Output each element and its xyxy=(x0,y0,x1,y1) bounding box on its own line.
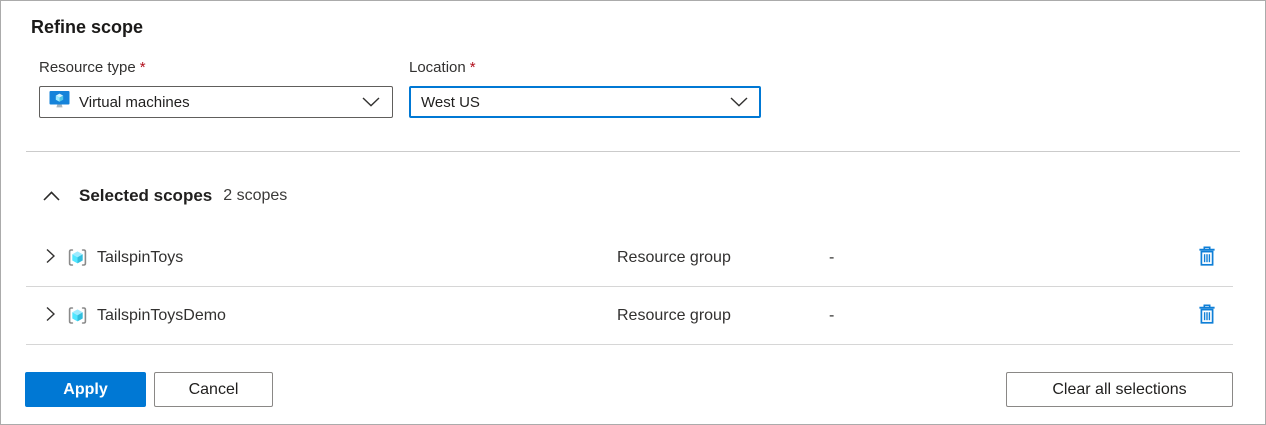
selected-scopes-count: 2 scopes xyxy=(223,185,287,207)
filter-fields: Resource type* Virtual machines xyxy=(39,59,1265,118)
scope-row[interactable]: TailspinToys Resource group - xyxy=(26,229,1233,287)
resource-group-icon xyxy=(67,248,88,267)
delete-scope-button[interactable] xyxy=(1196,302,1218,329)
resource-type-field: Resource type* Virtual machines xyxy=(39,59,393,118)
collapse-section-button[interactable] xyxy=(43,189,60,204)
scope-name: TailspinToys xyxy=(97,249,183,267)
location-label-text: Location xyxy=(409,59,466,76)
resource-group-icon xyxy=(67,306,88,325)
cancel-button[interactable]: Cancel xyxy=(154,372,273,407)
scope-row[interactable]: TailspinToysDemo Resource group - xyxy=(26,287,1233,345)
expand-row-button[interactable] xyxy=(46,306,55,325)
location-value: West US xyxy=(421,94,730,111)
chevron-right-icon xyxy=(46,306,55,325)
section-divider xyxy=(26,151,1240,152)
trash-icon xyxy=(1198,246,1216,269)
apply-button[interactable]: Apply xyxy=(25,372,146,407)
expand-row-button[interactable] xyxy=(46,248,55,267)
resource-type-label-text: Resource type xyxy=(39,59,136,76)
resource-type-label: Resource type* xyxy=(39,59,393,77)
scope-name: TailspinToysDemo xyxy=(97,307,226,325)
refine-scope-panel: Refine scope Resource type* Virtual mach… xyxy=(0,0,1266,425)
page-title: Refine scope xyxy=(31,16,1265,38)
chevron-right-icon xyxy=(46,248,55,267)
scope-type: Resource group xyxy=(617,249,829,267)
selected-scopes-list: TailspinToys Resource group - xyxy=(26,229,1233,345)
required-asterisk: * xyxy=(470,59,476,76)
resource-type-dropdown[interactable]: Virtual machines xyxy=(39,86,393,118)
action-buttons-bar: Apply Cancel Clear all selections xyxy=(25,372,1233,407)
selected-scopes-header: Selected scopes 2 scopes xyxy=(43,185,1265,207)
selected-scopes-title: Selected scopes xyxy=(79,185,212,207)
required-asterisk: * xyxy=(140,59,146,76)
scope-detail: - xyxy=(829,307,1196,325)
delete-scope-button[interactable] xyxy=(1196,244,1218,271)
scope-name-cell: TailspinToysDemo xyxy=(46,306,617,325)
location-label: Location* xyxy=(409,59,761,77)
scope-type: Resource group xyxy=(617,307,829,325)
trash-icon xyxy=(1198,304,1216,327)
chevron-down-icon xyxy=(362,97,380,107)
scope-detail: - xyxy=(829,249,1196,267)
location-field: Location* West US xyxy=(409,59,761,118)
location-dropdown[interactable]: West US xyxy=(409,86,761,118)
clear-all-selections-button[interactable]: Clear all selections xyxy=(1006,372,1233,407)
chevron-up-icon xyxy=(43,189,60,204)
vm-icon xyxy=(49,90,70,114)
resource-type-value: Virtual machines xyxy=(79,94,362,111)
chevron-down-icon xyxy=(730,97,748,107)
scope-name-cell: TailspinToys xyxy=(46,248,617,267)
